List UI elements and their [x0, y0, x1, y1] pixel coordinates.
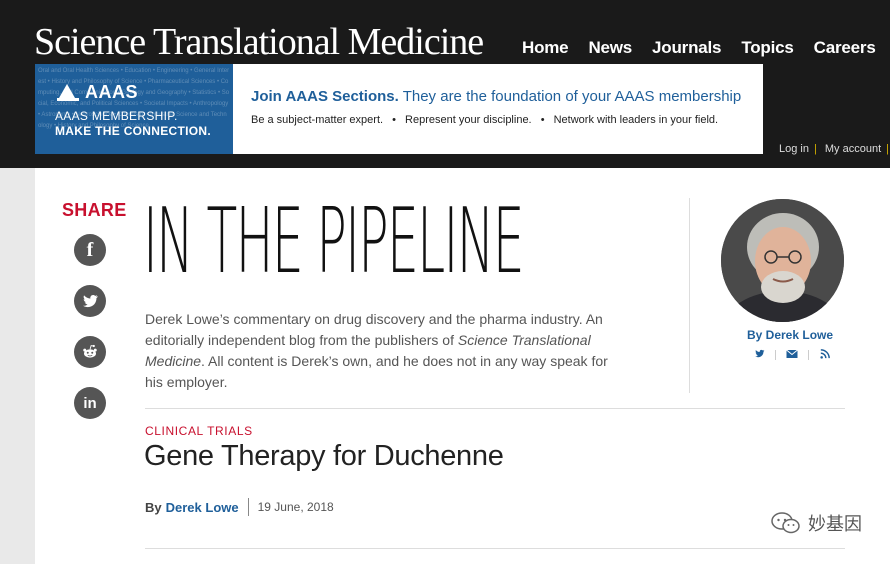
site-header: Science Translational Medicine Home News… [0, 0, 890, 168]
banner-headline-bold: Join AAAS Sections. [251, 88, 399, 105]
blog-description: Derek Lowe’s commentary on drug discover… [145, 309, 625, 393]
email-icon[interactable] [776, 349, 808, 362]
bullet-separator: • [540, 114, 545, 126]
bullet-separator: • [392, 114, 396, 126]
linkedin-icon: in [83, 394, 97, 412]
facebook-icon: f [86, 238, 94, 261]
linkedin-share-button[interactable]: in [74, 387, 106, 419]
byline-divider [247, 498, 249, 516]
banner-point: Be a subject-matter expert. [251, 114, 384, 126]
banner-point: Represent your discipline. [405, 114, 532, 126]
nav-home[interactable]: Home [522, 38, 569, 58]
site-logo[interactable]: Science Translational Medicine [34, 20, 484, 64]
banner-tagline-1: AAAS MEMBERSHIP. [55, 109, 178, 123]
separator: | [886, 143, 889, 155]
share-label: SHARE [62, 200, 127, 220]
banner-headline: Join AAAS Sections. They are the foundat… [251, 88, 763, 105]
banner-message: Join AAAS Sections. They are the foundat… [233, 64, 763, 154]
banner-headline-rest: They are the foundation of your AAAS mem… [398, 88, 742, 105]
aaas-ad-banner[interactable]: Oral and Oral Health Sciences • Educatio… [35, 64, 763, 154]
banner-brand-panel: Oral and Oral Health Sciences • Educatio… [35, 64, 233, 154]
byline-prefix: By [145, 499, 162, 515]
author-avatar [721, 199, 844, 322]
banner-points: Be a subject-matter expert. • Represent … [251, 114, 763, 126]
facebook-share-button[interactable]: f [74, 234, 106, 266]
rss-icon[interactable] [809, 348, 841, 362]
nav-topics[interactable]: Topics [741, 38, 794, 58]
column-divider [689, 198, 690, 393]
watermark-text: 妙基因 [808, 514, 862, 534]
reddit-share-button[interactable] [74, 336, 106, 368]
blog-main: SHARE f in IN THE PIPELINE Derek Lowe’s … [35, 168, 890, 564]
post-title[interactable]: Gene Therapy for Duchenne [144, 440, 504, 473]
nav-news[interactable]: News [588, 38, 632, 58]
reddit-icon [83, 344, 97, 358]
post-category[interactable]: CLINICAL TRIALS [145, 424, 253, 438]
login-link[interactable]: Log in [779, 143, 809, 155]
main-nav: Home News Journals Topics Careers [522, 38, 890, 58]
blog-description-text: . All content is Derek’s own, and he doe… [145, 353, 608, 390]
post-author-link[interactable]: Derek Lowe [166, 500, 239, 515]
section-divider [145, 408, 845, 409]
aaas-logo-text: AAAS [85, 82, 139, 102]
twitter-share-button[interactable] [74, 285, 106, 317]
wechat-watermark: 妙基因 [770, 510, 862, 536]
blog-title[interactable]: IN THE PIPELINE [143, 192, 525, 292]
twitter-icon[interactable] [743, 348, 775, 362]
nav-journals[interactable]: Journals [652, 38, 721, 58]
nav-careers[interactable]: Careers [814, 38, 876, 58]
post-byline: By Derek Lowe 19 June, 2018 [145, 498, 334, 516]
section-divider [145, 548, 845, 549]
author-social-links [743, 348, 841, 362]
aaas-logo: AAAS [57, 82, 138, 103]
my-account-link[interactable]: My account [825, 143, 881, 155]
twitter-icon [83, 295, 98, 308]
separator: | [813, 143, 817, 155]
banner-point: Network with leaders in your field. [553, 114, 719, 126]
aaas-mark-icon [57, 83, 79, 101]
wechat-icon [771, 512, 800, 534]
account-links: Log in | My account | [775, 143, 890, 155]
post-date: 19 June, 2018 [257, 500, 334, 514]
banner-tagline-2: MAKE THE CONNECTION. [55, 124, 211, 138]
author-byline[interactable]: By Derek Lowe [747, 328, 833, 342]
author-portrait [721, 199, 844, 322]
